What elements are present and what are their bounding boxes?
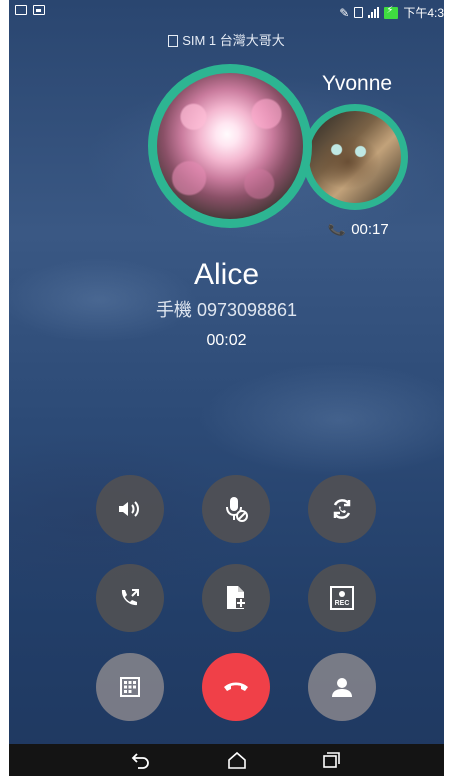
end-call-button[interactable] [202,653,270,721]
recents-button[interactable] [317,748,345,772]
sim-label-text: SIM 1 台灣大哥大 [182,33,285,48]
status-bar: ✎ 下午4:3 [9,0,444,24]
mute-icon: ✎ [339,5,350,20]
contact-button[interactable] [308,653,376,721]
home-button[interactable] [223,748,251,772]
signal-icon [368,7,380,18]
status-right: ✎ 下午4:3 [339,4,444,21]
record-label: REC [335,600,350,607]
in-call-screen: ✎ 下午4:3 SIM 1 台灣大哥大 Yvonne 📞 00:17 Alice… [9,0,444,776]
back-button[interactable] [127,748,155,772]
second-caller-avatar[interactable] [302,104,408,210]
call-timer: 00:02 [206,332,247,349]
dialpad-icon [120,677,140,697]
speaker-icon [119,501,139,517]
caller-number: 手機 0973098861 [155,300,298,320]
merge-call-icon [121,589,139,606]
navigation-bar [9,744,444,776]
notification-icon [15,5,27,15]
merge-call-button[interactable] [96,564,164,632]
second-caller-name: Yvonne [322,72,393,95]
sim-label: SIM 1 台灣大哥大 [9,30,444,49]
battery-charging-icon [384,5,399,19]
add-note-icon [227,586,246,609]
swap-call-icon [333,499,351,519]
end-call-icon [224,682,248,691]
contact-icon [332,678,352,697]
photo-icon [33,5,45,15]
record-button[interactable]: REC [308,564,376,632]
phone-hold-icon: 📞 [327,219,347,239]
recents-icon [323,752,340,768]
home-icon [228,751,246,769]
dialpad-button[interactable] [96,653,164,721]
status-time: 下午4:3 [403,6,444,20]
back-icon [131,753,149,769]
sim-card-icon [168,35,179,47]
mute-button[interactable] [202,475,270,543]
sim-icon [354,7,364,18]
caller-avatar [148,64,312,228]
speaker-button[interactable] [96,475,164,543]
status-left [15,5,45,15]
record-icon: REC [330,586,354,610]
swap-call-button[interactable] [308,475,376,543]
second-call-status: 📞 00:17 [327,219,389,239]
caller-name: Alice [193,258,260,291]
second-call-timer: 00:17 [351,221,389,238]
add-note-button[interactable] [202,564,270,632]
mute-mic-icon [226,497,248,522]
